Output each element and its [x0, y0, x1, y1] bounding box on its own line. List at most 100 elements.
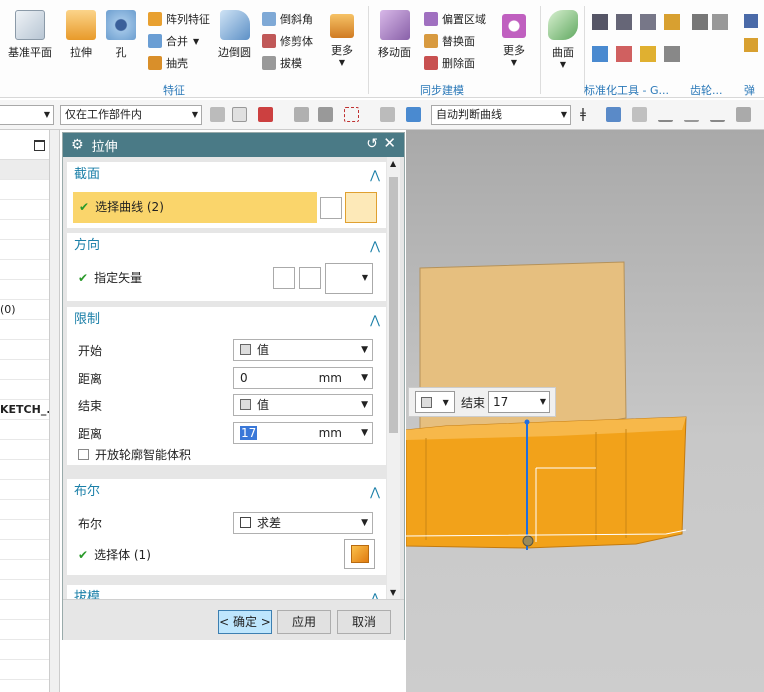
tool-icon[interactable] [616, 14, 632, 30]
list-item[interactable] [0, 260, 49, 280]
apply-button[interactable]: 应用 [277, 610, 331, 634]
scroll-thumb[interactable] [389, 177, 398, 433]
list-item[interactable] [0, 580, 49, 600]
boolean-group-header[interactable]: 布尔 ⋀ [67, 479, 386, 505]
selection-scope-combo[interactable]: 仅在工作部件内 ▼ [60, 105, 202, 125]
end-distance-field[interactable]: 17 mm ▼ [233, 422, 373, 444]
tool-icon[interactable] [664, 14, 680, 30]
more-feature-button[interactable]: 更多 ▼ [330, 14, 354, 67]
follow-fillet-icon[interactable] [606, 107, 621, 122]
list-item[interactable] [0, 200, 49, 220]
replace-face-button[interactable]: 替换面 [424, 32, 475, 50]
list-item[interactable] [0, 660, 49, 680]
ok-button[interactable]: < 确定 > [218, 610, 272, 634]
select-icon[interactable] [258, 107, 273, 122]
tool-icon[interactable] [592, 46, 608, 62]
shell-button[interactable]: 抽壳 [148, 54, 188, 72]
offset-region-button[interactable]: 偏置区域 [424, 10, 486, 28]
pattern-feature-button[interactable]: 阵列特征 [148, 10, 210, 28]
curve-select-icon[interactable] [345, 192, 377, 223]
delete-face-button[interactable]: 删除面 [424, 54, 475, 72]
curve-rule-combo[interactable]: 自动判断曲线 ▼ [431, 105, 571, 125]
gear-icon[interactable] [712, 14, 728, 30]
tool-icon[interactable] [616, 46, 632, 62]
list-item[interactable] [0, 360, 49, 380]
collapse-icon[interactable]: ⋀ [370, 233, 380, 259]
draft-group-header[interactable]: 拔模 ⋀ [67, 585, 386, 599]
select-curve-row[interactable]: ✔ 选择曲线 (2) [73, 192, 317, 223]
spring-icon[interactable] [744, 38, 758, 52]
collapse-icon[interactable]: ⋀ [370, 307, 380, 333]
vector-type-dropdown[interactable]: ▼ [325, 263, 373, 294]
limits-group-header[interactable]: 限制 ⋀ [67, 307, 386, 333]
end-type-dropdown[interactable]: 值 ▼ [233, 394, 373, 416]
list-item[interactable] [0, 460, 49, 480]
list-item[interactable] [0, 320, 49, 340]
list-item[interactable] [0, 340, 49, 360]
boolean-type-dropdown[interactable]: 求差 ▼ [233, 512, 373, 534]
snap-point-icon[interactable] [232, 107, 247, 122]
end-value-field[interactable]: 17 ▼ [488, 391, 551, 413]
path-icon[interactable] [736, 107, 751, 122]
list-item[interactable] [0, 480, 49, 500]
list-item[interactable]: (0) [0, 300, 49, 320]
select-body-row[interactable]: ✔ 选择体 (1) [78, 545, 151, 565]
chamfer-button[interactable]: 倒斜角 [262, 10, 313, 28]
end-type-button[interactable]: ▼ [415, 391, 455, 413]
list-item[interactable] [0, 240, 49, 260]
stop-at-intersection-icon[interactable]: ǂ [580, 107, 595, 122]
deselect-icon[interactable] [318, 107, 333, 122]
reset-icon[interactable]: ↺ [366, 136, 378, 152]
scroll-down-icon[interactable]: ▼ [390, 588, 396, 597]
handle-endpoint[interactable] [524, 419, 530, 425]
move-face-button[interactable]: 移动面 [378, 10, 411, 60]
start-type-dropdown[interactable]: 值 ▼ [233, 339, 373, 361]
collapse-icon[interactable]: ⋀ [370, 585, 380, 599]
combine-button[interactable]: 合并 ▼ [148, 32, 199, 50]
draft-button[interactable]: 拔模 [262, 54, 302, 72]
scroll-up-icon[interactable]: ▲ [390, 159, 396, 168]
list-item[interactable] [0, 640, 49, 660]
sketch-section-icon[interactable] [320, 197, 342, 219]
list-item[interactable] [0, 160, 49, 180]
list-item[interactable] [0, 420, 49, 440]
extrude-button[interactable]: 拉伸 [66, 10, 96, 60]
lasso-icon[interactable] [294, 107, 309, 122]
trim-body-button[interactable]: 修剪体 [262, 32, 313, 50]
tool-icon[interactable] [640, 14, 656, 30]
curve-icon[interactable] [684, 107, 699, 122]
body-rule-icon[interactable] [406, 107, 421, 122]
section-group-header[interactable]: 截面 ⋀ [67, 162, 386, 188]
checkbox[interactable] [78, 449, 89, 460]
dialog-scrollbar[interactable]: ▲ ▼ [387, 157, 400, 599]
collapse-icon[interactable]: ⋀ [370, 162, 380, 188]
datum-plane-button[interactable]: 基准平面 [8, 10, 52, 60]
maximize-icon[interactable] [34, 140, 45, 151]
list-item[interactable] [0, 220, 49, 240]
list-item[interactable] [0, 600, 49, 620]
gear-icon[interactable] [692, 14, 708, 30]
list-item[interactable] [0, 560, 49, 580]
close-icon[interactable]: ✕ [383, 134, 396, 152]
list-item[interactable] [0, 520, 49, 540]
list-item[interactable] [0, 620, 49, 640]
list-item[interactable]: KETCH_... [0, 400, 49, 420]
origin-handle[interactable] [522, 535, 534, 547]
select-body-icon[interactable] [344, 539, 375, 569]
navigator-scrollbar[interactable] [50, 130, 60, 692]
rectangle-select-icon[interactable] [344, 107, 359, 122]
type-filter-combo[interactable]: ▼ [0, 105, 54, 125]
direction-group-header[interactable]: 方向 ⋀ [67, 233, 386, 259]
list-item[interactable] [0, 540, 49, 560]
more-sync-button[interactable]: 更多 ▼ [502, 14, 526, 67]
edge-blend-button[interactable]: 边倒圆 [218, 10, 251, 60]
spline-icon[interactable] [710, 107, 725, 122]
list-item[interactable] [0, 380, 49, 400]
list-item[interactable] [0, 500, 49, 520]
face-rule-icon[interactable] [380, 107, 395, 122]
list-item[interactable] [0, 280, 49, 300]
surface-button[interactable]: 曲面 ▼ [548, 10, 578, 69]
vector-dialog-icon[interactable] [299, 267, 321, 289]
cancel-button[interactable]: 取消 [337, 610, 391, 634]
spring-icon[interactable] [744, 14, 758, 28]
